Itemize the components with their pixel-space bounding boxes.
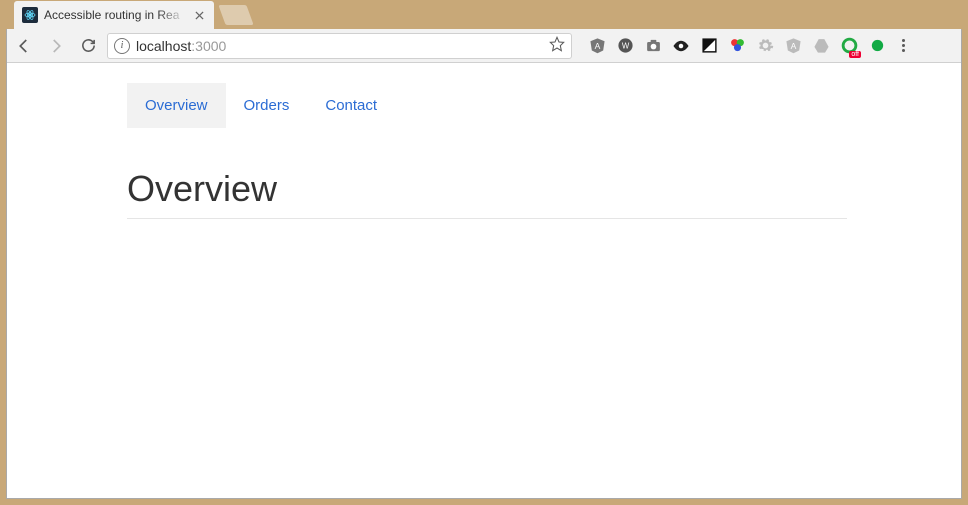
react-favicon-icon bbox=[22, 7, 38, 23]
page-content: Overview Orders Contact Overview bbox=[127, 63, 847, 219]
nav-link-contact[interactable]: Contact bbox=[307, 83, 395, 128]
angular-grey-ext-icon[interactable]: A bbox=[784, 37, 802, 55]
angular-ext-icon[interactable]: A bbox=[588, 37, 606, 55]
svg-text:A: A bbox=[790, 41, 796, 51]
camera-ext-icon[interactable] bbox=[644, 37, 662, 55]
page-viewport: Overview Orders Contact Overview bbox=[7, 63, 961, 498]
back-button[interactable] bbox=[15, 37, 33, 55]
new-tab-button[interactable] bbox=[218, 5, 253, 25]
nav-link-orders[interactable]: Orders bbox=[226, 83, 308, 128]
svg-text:W: W bbox=[621, 41, 629, 50]
green-circle-ext-icon[interactable]: off bbox=[840, 37, 858, 55]
address-bar[interactable]: i localhost:3000 bbox=[107, 33, 572, 59]
gear-ext-icon[interactable] bbox=[756, 37, 774, 55]
tab-strip: Accessible routing in Rea bbox=[6, 0, 962, 29]
nav-link-overview[interactable]: Overview bbox=[127, 83, 226, 128]
browser-menu-button[interactable] bbox=[902, 39, 905, 52]
svg-text:A: A bbox=[594, 41, 600, 51]
contrast-ext-icon[interactable] bbox=[700, 37, 718, 55]
url-text: localhost:3000 bbox=[136, 38, 543, 54]
nav-buttons bbox=[15, 37, 97, 55]
ext-badge: off bbox=[849, 51, 861, 58]
reload-button[interactable] bbox=[79, 37, 97, 55]
site-info-icon[interactable]: i bbox=[114, 38, 130, 54]
wappalyzer-ext-icon[interactable]: W bbox=[616, 37, 634, 55]
bookmark-star-icon[interactable] bbox=[549, 36, 565, 55]
green-dot-ext-icon[interactable] bbox=[868, 37, 886, 55]
color-picker-ext-icon[interactable] bbox=[728, 37, 746, 55]
extension-icons: A W A bbox=[588, 37, 886, 55]
close-tab-icon[interactable] bbox=[192, 8, 206, 22]
eye-ext-icon[interactable] bbox=[672, 37, 690, 55]
page-heading: Overview bbox=[127, 168, 847, 219]
browser-toolbar: i localhost:3000 A W bbox=[7, 29, 961, 63]
page-nav: Overview Orders Contact bbox=[127, 83, 847, 128]
drive-ext-icon[interactable] bbox=[812, 37, 830, 55]
forward-button[interactable] bbox=[47, 37, 65, 55]
browser-tab[interactable]: Accessible routing in Rea bbox=[14, 1, 214, 29]
browser-window: Accessible routing in Rea i localhost:30… bbox=[6, 0, 962, 499]
tab-title: Accessible routing in Rea bbox=[44, 8, 186, 22]
